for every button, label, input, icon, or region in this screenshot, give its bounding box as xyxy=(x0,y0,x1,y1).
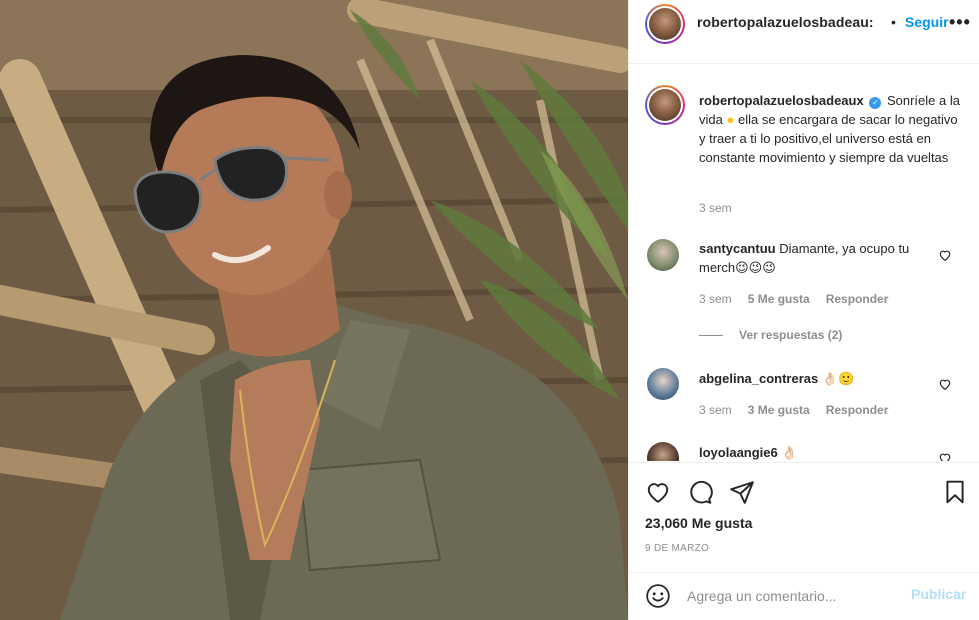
comment-text: 👌🏻🙂 xyxy=(821,371,855,386)
post-photo[interactable] xyxy=(0,0,628,620)
post-date[interactable]: 9 DE MARZO xyxy=(645,543,709,554)
post-actions: 23,060 Me gusta 9 DE MARZO xyxy=(629,462,979,572)
comment-username[interactable]: loyolaangie6 xyxy=(699,445,778,460)
caption-avatar[interactable] xyxy=(645,85,685,125)
comment-avatar[interactable] xyxy=(647,368,679,400)
comment-meta: 3 sem 5 Me gusta Responder xyxy=(699,292,888,306)
comment-like-heart-icon[interactable] xyxy=(938,451,952,461)
follow-button[interactable]: Seguir xyxy=(905,14,949,30)
caption-time[interactable]: 3 sem xyxy=(699,201,732,215)
comment-icon[interactable] xyxy=(687,479,713,505)
comment-username[interactable]: santycantuu xyxy=(699,241,776,256)
comment-time[interactable]: 3 sem xyxy=(699,292,732,306)
header-avatar[interactable] xyxy=(645,4,685,44)
comment-avatar[interactable] xyxy=(647,239,679,271)
heart-icon[interactable] xyxy=(645,479,671,505)
header-username[interactable]: robertopalazuelosbadeau: xyxy=(697,14,874,30)
comment-input[interactable] xyxy=(687,585,897,607)
reply-button[interactable]: Responder xyxy=(826,292,889,306)
comment-like-heart-icon[interactable] xyxy=(938,248,952,262)
comment-likes[interactable]: 5 Me gusta xyxy=(748,292,810,306)
emoji-icon[interactable] xyxy=(645,583,671,609)
comment-like-heart-icon[interactable] xyxy=(938,377,952,391)
add-comment-bar: Publicar xyxy=(629,572,979,620)
caption-text-part2: ella se encargara de sacar lo negativo y… xyxy=(699,112,958,165)
view-replies-label: Ver respuestas (2) xyxy=(739,328,843,342)
more-icon[interactable]: ••• xyxy=(949,12,971,33)
header-separator: • xyxy=(891,14,896,30)
likes-count[interactable]: 23,060 Me gusta xyxy=(645,515,752,531)
reply-button[interactable]: Responder xyxy=(826,403,889,417)
comment-time[interactable]: 3 sem xyxy=(699,403,732,417)
comment-meta: 3 sem 3 Me gusta Responder xyxy=(699,403,888,417)
comment-body: loyolaangie6 👌🏻 xyxy=(699,443,939,461)
share-icon[interactable] xyxy=(729,479,755,505)
caption: robertopalazuelosbadeaux ✓ Sonríele a la… xyxy=(699,91,967,167)
post-header: robertopalazuelosbadeau: • Seguir ••• xyxy=(629,0,979,64)
verified-icon: ✓ xyxy=(869,97,882,109)
comments-list[interactable]: robertopalazuelosbadeaux ✓ Sonríele a la… xyxy=(629,65,979,461)
comment-likes[interactable]: 3 Me gusta xyxy=(748,403,810,417)
post-comment-button[interactable]: Publicar xyxy=(911,586,966,602)
post-side-panel: robertopalazuelosbadeau: • Seguir ••• ro… xyxy=(628,0,979,620)
post-photo-illustration xyxy=(0,0,628,620)
comment-text: 👌🏻 xyxy=(781,445,798,460)
view-replies-button[interactable]: Ver respuestas (2) xyxy=(699,328,842,342)
replies-divider xyxy=(699,334,723,336)
comment-avatar[interactable] xyxy=(647,442,679,461)
comment-body: santycantuu Diamante, ya ocupo tu merch😉… xyxy=(699,239,939,277)
sun-emoji-icon: ● xyxy=(726,112,735,127)
caption-username[interactable]: robertopalazuelosbadeaux xyxy=(699,93,864,108)
comment-username[interactable]: abgelina_contreras xyxy=(699,371,818,386)
comment-body: abgelina_contreras 👌🏻🙂 xyxy=(699,369,939,388)
bookmark-icon[interactable] xyxy=(942,479,968,505)
